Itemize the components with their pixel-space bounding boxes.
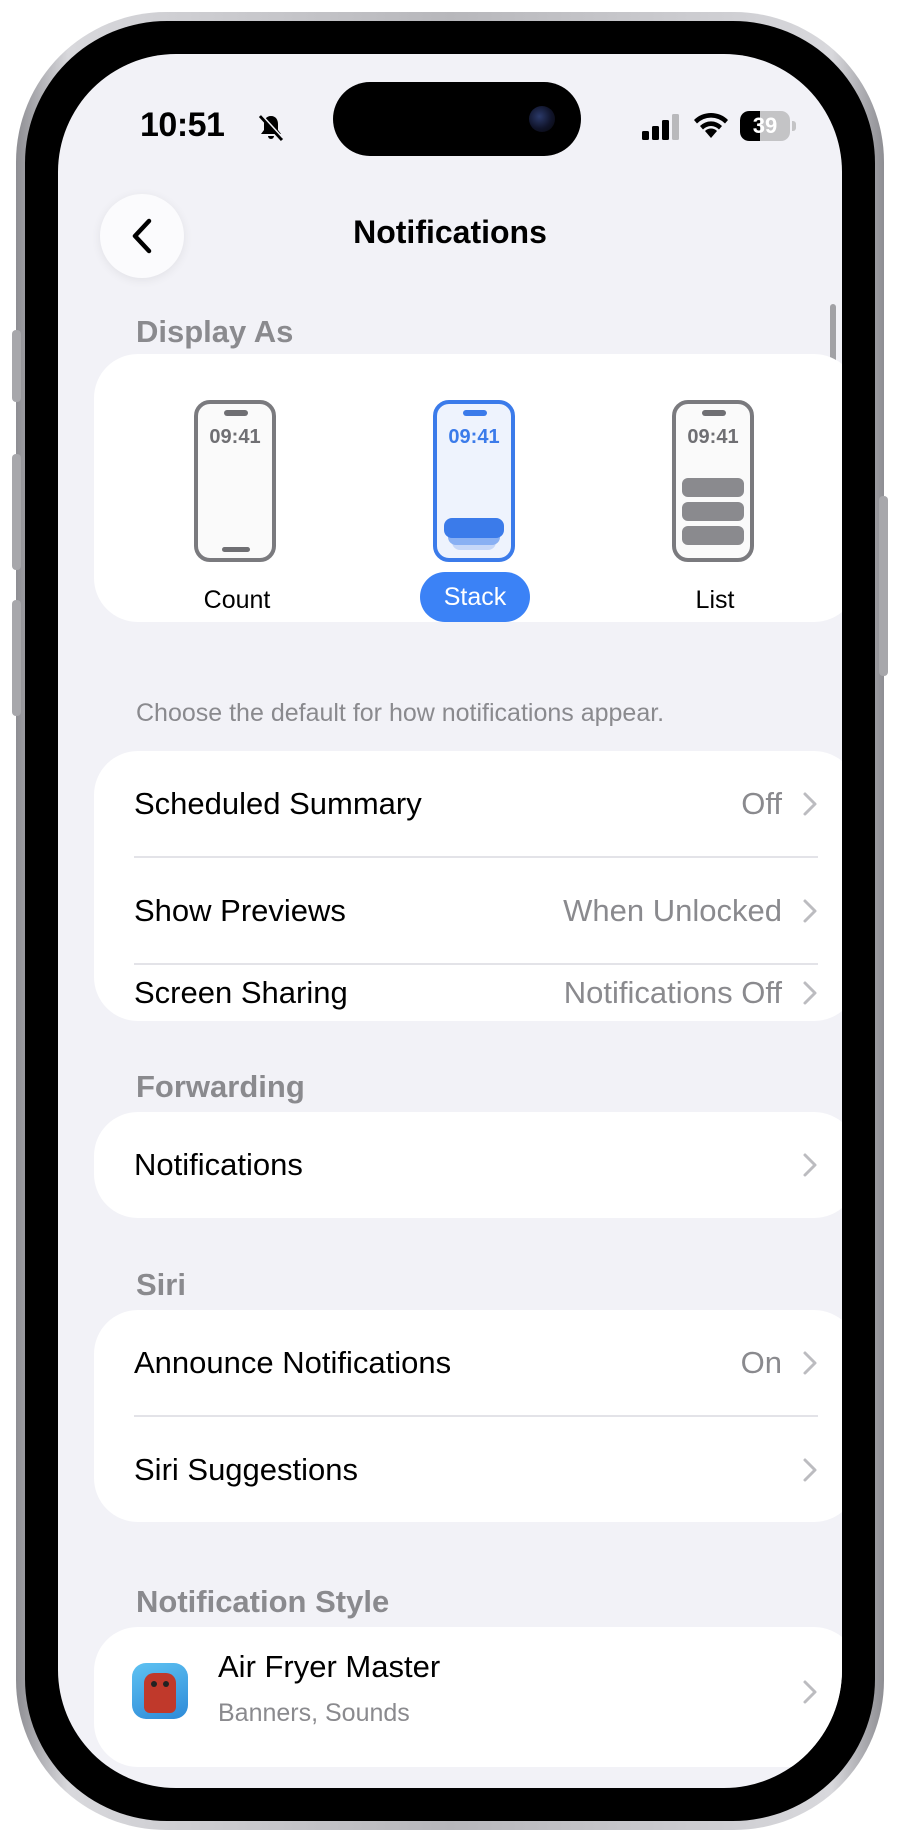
row-label: Scheduled Summary <box>134 786 422 821</box>
count-preview: 09:41 <box>194 400 276 562</box>
section-header-display-as: Display As <box>136 314 294 349</box>
volume-down-button <box>12 600 21 716</box>
chevron-right-icon <box>803 1458 817 1482</box>
app-row-air-fryer-master[interactable]: Air Fryer Master Banners, Sounds <box>94 1627 842 1767</box>
action-button <box>12 330 21 402</box>
row-value: When Unlocked <box>563 893 782 928</box>
display-option-stack[interactable]: 09:41 Stack <box>381 400 571 622</box>
preview-time: 09:41 <box>209 426 261 448</box>
cellular-signal-icon <box>642 114 679 140</box>
stack-notification-front <box>444 518 504 538</box>
preview-island <box>463 410 487 416</box>
section-header-notification-style: Notification Style <box>136 1584 390 1619</box>
row-value: Notifications Off <box>563 975 782 1010</box>
dynamic-island <box>333 82 581 156</box>
side-button <box>879 496 888 676</box>
list-preview: 09:41 <box>672 400 754 562</box>
row-scheduled-summary[interactable]: Scheduled Summary Off <box>94 751 842 857</box>
preview-time: 09:41 <box>448 426 500 448</box>
page-title: Notifications <box>353 214 547 250</box>
preview-time: 09:41 <box>687 426 739 448</box>
list-notification <box>682 502 744 521</box>
front-camera <box>529 106 555 132</box>
display-as-card: 09:41 Count 09:41 Stack 09:41 List <box>94 354 842 622</box>
list-notification <box>682 478 744 497</box>
notification-style-card: Air Fryer Master Banners, Sounds <box>94 1627 842 1767</box>
app-name: Air Fryer Master <box>218 1649 441 1684</box>
volume-up-button <box>12 454 21 570</box>
siri-card: Announce Notifications On Siri Suggestio… <box>94 1310 842 1522</box>
row-value: Off <box>741 786 782 821</box>
row-show-previews[interactable]: Show Previews When Unlocked <box>94 858 842 964</box>
row-label: Announce Notifications <box>134 1345 452 1380</box>
display-option-label-selected: Stack <box>420 572 530 622</box>
forwarding-card: Notifications <box>94 1112 842 1218</box>
chevron-right-icon <box>803 899 817 923</box>
row-forwarding-notifications[interactable]: Notifications <box>94 1112 842 1218</box>
chevron-right-icon <box>803 1153 817 1177</box>
wifi-icon <box>694 112 728 138</box>
app-icon-eye <box>163 1681 169 1687</box>
row-siri-suggestions[interactable]: Siri Suggestions <box>94 1417 842 1522</box>
row-label: Screen Sharing <box>134 975 348 1010</box>
row-announce-notifications[interactable]: Announce Notifications On <box>94 1310 842 1416</box>
screen: 10:51 39 Notifications Display As 09:41 … <box>58 54 842 1788</box>
display-option-count[interactable]: 09:41 Count <box>142 400 332 622</box>
display-option-list[interactable]: 09:41 List <box>620 400 810 622</box>
device-frame: 10:51 39 Notifications Display As 09:41 … <box>12 12 888 1830</box>
chevron-right-icon <box>803 981 817 1005</box>
app-icon <box>132 1663 188 1719</box>
section-header-siri: Siri <box>136 1267 186 1302</box>
battery-body: 39 <box>740 111 790 141</box>
display-option-label: List <box>695 586 735 614</box>
status-time: 10:51 <box>140 106 225 144</box>
general-card: Scheduled Summary Off Show Previews When… <box>94 751 842 1021</box>
battery-tip <box>792 121 796 131</box>
preview-island <box>702 410 726 416</box>
app-icon-character <box>144 1673 176 1713</box>
bezel: 10:51 39 Notifications Display As 09:41 … <box>25 21 875 1821</box>
preview-home-indicator <box>222 547 250 552</box>
bell-slash-icon <box>258 113 284 142</box>
row-label: Notifications <box>134 1147 303 1182</box>
app-notification-summary: Banners, Sounds <box>218 1699 410 1727</box>
row-label: Show Previews <box>134 893 346 928</box>
stack-preview: 09:41 <box>433 400 515 562</box>
app-icon-eye <box>151 1681 157 1687</box>
chevron-right-icon <box>803 792 817 816</box>
display-as-footnote: Choose the default for how notifications… <box>136 699 665 727</box>
list-notification <box>682 526 744 545</box>
battery-icon: 39 <box>740 111 796 141</box>
display-option-label: Count <box>203 586 271 614</box>
chevron-right-icon <box>803 1351 817 1375</box>
preview-island <box>224 410 248 416</box>
chevron-right-icon <box>803 1680 817 1704</box>
battery-percent: 39 <box>752 113 778 138</box>
row-label: Siri Suggestions <box>134 1452 359 1487</box>
row-screen-sharing[interactable]: Screen Sharing Notifications Off <box>94 965 842 1021</box>
section-header-forwarding: Forwarding <box>136 1069 305 1104</box>
row-value: On <box>740 1345 782 1380</box>
